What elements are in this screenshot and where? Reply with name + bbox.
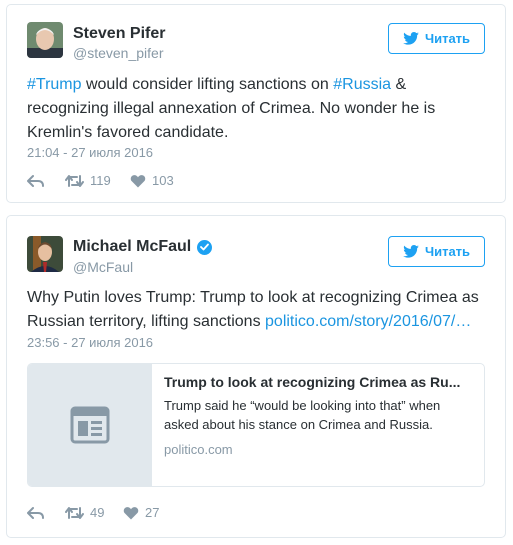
follow-label: Читать xyxy=(424,31,471,46)
author-handle[interactable]: @McFaul xyxy=(73,259,133,275)
heart-icon xyxy=(130,174,146,187)
author-name-text[interactable]: Michael McFaul xyxy=(73,238,191,256)
follow-label: Читать xyxy=(424,244,471,259)
like-count: 27 xyxy=(145,505,160,520)
tweet-text: Why Putin loves Trump: Trump to look at … xyxy=(27,286,487,334)
author-name[interactable]: Steven Pifer xyxy=(73,25,165,43)
reply-button[interactable] xyxy=(27,174,65,188)
like-button[interactable]: 103 xyxy=(130,173,174,188)
retweet-button[interactable]: 119 xyxy=(65,173,130,188)
follow-button[interactable]: Читать xyxy=(388,23,485,54)
card-title[interactable]: Trump to look at recognizing Crimea as R… xyxy=(164,372,472,392)
heart-icon xyxy=(123,506,139,519)
retweet-button[interactable]: 49 xyxy=(65,505,123,520)
retweet-count: 49 xyxy=(90,505,105,520)
card-thumbnail xyxy=(28,364,152,486)
hashtag-link[interactable]: #Trump xyxy=(27,76,82,93)
retweet-icon xyxy=(65,506,84,519)
avatar[interactable] xyxy=(27,22,63,58)
card-domain: politico.com xyxy=(164,442,233,457)
tweet-timestamp[interactable]: 21:04 - 27 июля 2016 xyxy=(27,145,153,160)
retweet-count: 119 xyxy=(90,173,111,188)
twitter-bird-icon xyxy=(403,245,419,258)
author-handle[interactable]: @steven_pifer xyxy=(73,45,163,61)
link-preview-card[interactable]: Trump to look at recognizing Crimea as R… xyxy=(27,363,485,487)
avatar[interactable] xyxy=(27,236,63,272)
tweet-text-part: would consider lifting sanctions on xyxy=(81,76,334,93)
tweet-url-link[interactable]: politico.com/story/2016/07/… xyxy=(265,313,471,330)
twitter-bird-icon xyxy=(403,32,419,45)
tweet-actions: 49 27 xyxy=(27,505,159,520)
author-name-text[interactable]: Steven Pifer xyxy=(73,25,165,43)
author-name[interactable]: Michael McFaul xyxy=(73,238,213,256)
tweet-card: Michael McFaul @McFaul Читать Why Putin … xyxy=(6,215,506,538)
tweet-text: #Trump would consider lifting sanctions … xyxy=(27,73,487,145)
tweet-card: Steven Pifer @steven_pifer Читать #Trump… xyxy=(6,4,506,203)
card-body: Trump to look at recognizing Crimea as R… xyxy=(164,372,472,457)
article-icon xyxy=(70,406,110,444)
tweet-actions: 119 103 xyxy=(27,173,174,188)
reply-icon xyxy=(27,506,44,519)
like-button[interactable]: 27 xyxy=(123,505,159,520)
tweet-timestamp[interactable]: 23:56 - 27 июля 2016 xyxy=(27,335,153,350)
card-description: Trump said he “would be looking into tha… xyxy=(164,398,441,432)
verified-badge-icon xyxy=(197,239,213,255)
hashtag-link[interactable]: #Russia xyxy=(333,76,391,93)
like-count: 103 xyxy=(152,173,174,188)
follow-button[interactable]: Читать xyxy=(388,236,485,267)
reply-icon xyxy=(27,174,44,187)
reply-button[interactable] xyxy=(27,506,65,520)
retweet-icon xyxy=(65,174,84,187)
